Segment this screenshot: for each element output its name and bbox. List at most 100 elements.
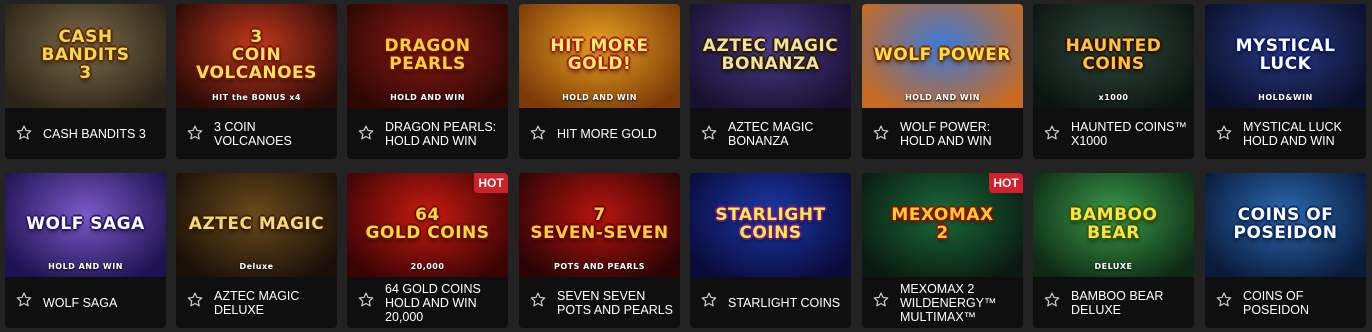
game-name[interactable]: HIT MORE GOLD	[557, 108, 674, 159]
game-card[interactable]: MYSTICAL LUCK HOLD&WIN MYSTICAL LUCK HOLD …	[1205, 4, 1366, 159]
favorite-star-icon[interactable]	[529, 124, 547, 142]
game-logo-text: Aztec Magic	[188, 214, 325, 235]
game-logo-text: MYSTICAL LUCK	[1235, 36, 1336, 74]
game-card[interactable]: HIT MORE GOLD! HOLD AND WIN HIT MORE GOLD	[519, 4, 680, 159]
game-logo-subtitle: HOLD&WIN	[1258, 93, 1313, 102]
game-card[interactable]: 64 GOLD COINS 20,000 HOT 64 GOLD COINS HOLD…	[347, 173, 508, 328]
game-logo-text: MEXOMAX 2	[891, 205, 994, 243]
game-logo-subtitle: HOLD AND WIN	[905, 93, 980, 102]
game-logo-text: COINS OF POSEIDON	[1233, 205, 1338, 243]
favorite-star-icon[interactable]	[357, 291, 375, 309]
game-thumbnail[interactable]: MYSTICAL LUCK HOLD&WIN	[1205, 4, 1366, 108]
game-thumbnail[interactable]: BAMBOO BEAR DELUXE	[1033, 173, 1194, 277]
game-logo-text: BAMBOO BEAR	[1069, 205, 1158, 243]
game-name[interactable]: BAMBOO BEAR DELUXE	[1071, 277, 1188, 328]
game-logo-text: CASH BANDITS 3	[41, 27, 130, 83]
game-name[interactable]: HAUNTED COINS™ X1000	[1071, 108, 1188, 159]
game-thumbnail[interactable]: STARLIGHT COINS	[690, 173, 851, 277]
game-logo-subtitle: HOLD AND WIN	[562, 93, 637, 102]
game-thumbnail[interactable]: HIT MORE GOLD! HOLD AND WIN	[519, 4, 680, 108]
favorite-star-icon[interactable]	[186, 291, 204, 309]
game-name[interactable]: AZTEC MAGIC DELUXE	[214, 277, 331, 328]
game-card[interactable]: 7 SEVEN-SEVEN POTS AND PEARLS SEVEN SEVEN …	[519, 173, 680, 328]
favorite-star-icon[interactable]	[1043, 291, 1061, 309]
favorite-star-icon[interactable]	[357, 124, 375, 142]
game-logo-subtitle: POTS AND PEARLS	[553, 262, 646, 271]
favorite-star-icon[interactable]	[872, 124, 890, 142]
game-name[interactable]: MYSTICAL LUCK HOLD AND WIN	[1243, 108, 1360, 159]
favorite-star-icon[interactable]	[529, 291, 547, 309]
game-card[interactable]: WOLF POWER HOLD AND WIN WOLF POWER: HOLD A…	[862, 4, 1023, 159]
favorite-star-icon[interactable]	[15, 124, 33, 142]
favorite-star-icon[interactable]	[1215, 291, 1233, 309]
game-name[interactable]: COINS OF POSEIDON	[1243, 277, 1360, 328]
favorite-star-icon[interactable]	[186, 124, 204, 142]
game-logo-text: 3 COIN VOLCANOES	[196, 27, 317, 83]
game-thumbnail[interactable]: WOLF SAGA HOLD AND WIN	[5, 173, 166, 277]
hot-badge: HOT	[474, 173, 508, 193]
game-card[interactable]: AZTEC MAGIC BONANZA AZTEC MAGIC BONANZA	[690, 4, 851, 159]
game-thumbnail[interactable]: COINS OF POSEIDON	[1205, 173, 1366, 277]
favorite-star-icon[interactable]	[1215, 124, 1233, 142]
game-name[interactable]: SEVEN SEVEN POTS AND PEARLS	[557, 277, 674, 328]
game-card-footer: MYSTICAL LUCK HOLD AND WIN	[1205, 108, 1366, 159]
game-thumbnail[interactable]: AZTEC MAGIC BONANZA	[690, 4, 851, 108]
hot-badge: HOT	[989, 173, 1023, 193]
game-card-footer: BAMBOO BEAR DELUXE	[1033, 277, 1194, 328]
game-thumbnail[interactable]: HAUNTED COINS x1000	[1033, 4, 1194, 108]
game-thumbnail[interactable]: DRAGON PEARLS HOLD AND WIN	[347, 4, 508, 108]
game-logo-text: 7 SEVEN-SEVEN	[530, 205, 669, 243]
game-card[interactable]: HAUNTED COINS x1000 HAUNTED COINS™ X1000	[1033, 4, 1194, 159]
game-logo-subtitle: HOLD AND WIN	[48, 262, 123, 271]
game-name[interactable]: AZTEC MAGIC BONANZA	[728, 108, 845, 159]
game-name[interactable]: 3 COIN VOLCANOES	[214, 108, 331, 159]
game-name[interactable]: 64 GOLD COINS HOLD AND WIN 20,000	[385, 277, 502, 328]
game-logo-text: AZTEC MAGIC BONANZA	[702, 36, 839, 74]
game-logo-subtitle: x1000	[1098, 93, 1129, 102]
game-card-footer: 3 COIN VOLCANOES	[176, 108, 337, 159]
game-logo-subtitle: 20,000	[410, 262, 445, 271]
game-thumbnail[interactable]: 64 GOLD COINS 20,000 HOT	[347, 173, 508, 277]
favorite-star-icon[interactable]	[700, 291, 718, 309]
game-card-footer: HAUNTED COINS™ X1000	[1033, 108, 1194, 159]
favorite-star-icon[interactable]	[700, 124, 718, 142]
game-card[interactable]: CASH BANDITS 3 CASH BANDITS 3	[5, 4, 166, 159]
game-logo-subtitle: HOLD AND WIN	[390, 93, 465, 102]
game-card[interactable]: WOLF SAGA HOLD AND WIN WOLF SAGA	[5, 173, 166, 328]
game-thumbnail[interactable]: CASH BANDITS 3	[5, 4, 166, 108]
game-thumbnail[interactable]: MEXOMAX 2 HOT	[862, 173, 1023, 277]
game-logo-subtitle: DELUXE	[1094, 262, 1133, 271]
game-name[interactable]: DRAGON PEARLS: HOLD AND WIN	[385, 108, 502, 159]
game-thumbnail[interactable]: 3 COIN VOLCANOES HIT the BONUS x4	[176, 4, 337, 108]
game-card-footer: COINS OF POSEIDON	[1205, 277, 1366, 328]
game-card-footer: HIT MORE GOLD	[519, 108, 680, 159]
favorite-star-icon[interactable]	[1043, 124, 1061, 142]
game-card[interactable]: Aztec Magic Deluxe AZTEC MAGIC DELUXE	[176, 173, 337, 328]
game-logo-text: STARLIGHT COINS	[715, 205, 826, 243]
game-thumbnail[interactable]: 7 SEVEN-SEVEN POTS AND PEARLS	[519, 173, 680, 277]
game-card[interactable]: 3 COIN VOLCANOES HIT the BONUS x4 3 COIN V…	[176, 4, 337, 159]
game-card-footer: 64 GOLD COINS HOLD AND WIN 20,000	[347, 277, 508, 328]
favorite-star-icon[interactable]	[15, 291, 33, 309]
game-grid: CASH BANDITS 3 CASH BANDITS 3 3 COIN VOLCA…	[0, 0, 1372, 332]
game-logo-text: 64 GOLD COINS	[365, 205, 490, 243]
game-name[interactable]: CASH BANDITS 3	[43, 108, 160, 159]
game-name[interactable]: WOLF SAGA	[43, 277, 160, 328]
game-card-footer: STARLIGHT COINS	[690, 277, 851, 328]
game-name[interactable]: STARLIGHT COINS	[728, 277, 845, 328]
game-logo-text: WOLF POWER	[874, 45, 1011, 66]
game-card[interactable]: DRAGON PEARLS HOLD AND WIN DRAGON PEARLS: …	[347, 4, 508, 159]
game-card[interactable]: BAMBOO BEAR DELUXE BAMBOO BEAR DELUXE	[1033, 173, 1194, 328]
game-logo-subtitle: Deluxe	[239, 262, 274, 271]
game-card[interactable]: COINS OF POSEIDON COINS OF POSEIDON	[1205, 173, 1366, 328]
game-name[interactable]: WOLF POWER: HOLD AND WIN	[900, 108, 1017, 159]
game-card-footer: AZTEC MAGIC BONANZA	[690, 108, 851, 159]
favorite-star-icon[interactable]	[872, 291, 890, 309]
game-thumbnail[interactable]: Aztec Magic Deluxe	[176, 173, 337, 277]
game-card-footer: WOLF SAGA	[5, 277, 166, 328]
game-name[interactable]: MEXOMAX 2 WILDENERGY™ MULTIMAX™	[900, 277, 1017, 328]
game-card-footer: MEXOMAX 2 WILDENERGY™ MULTIMAX™	[862, 277, 1023, 328]
game-card[interactable]: MEXOMAX 2 HOT MEXOMAX 2 WILDENERGY™ MULTIM…	[862, 173, 1023, 328]
game-thumbnail[interactable]: WOLF POWER HOLD AND WIN	[862, 4, 1023, 108]
game-card[interactable]: STARLIGHT COINS STARLIGHT COINS	[690, 173, 851, 328]
